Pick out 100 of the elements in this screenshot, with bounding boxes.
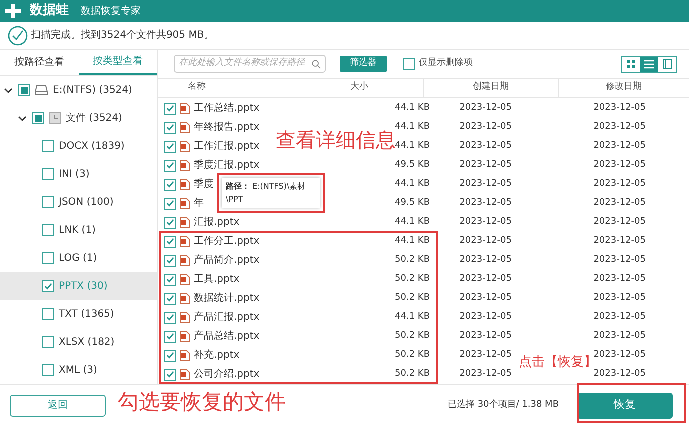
column-header: 名称 xyxy=(188,81,206,94)
file-name: 产品总结.pptx xyxy=(194,330,260,342)
deleted-only-label: 仅显示删除项 xyxy=(419,57,473,70)
checkbox[interactable] xyxy=(164,140,176,152)
file-size: 50.2 KB xyxy=(395,348,430,362)
checkbox[interactable] xyxy=(164,216,176,228)
tree-label: PPTX (30) xyxy=(59,280,108,294)
slides-file-icon xyxy=(180,160,190,171)
tree-item[interactable]: LOG (1) xyxy=(0,244,157,272)
chevron-icon[interactable] xyxy=(18,114,27,122)
tree-item[interactable]: XLSX (182) xyxy=(0,328,157,356)
grid-view-icon xyxy=(626,60,636,68)
view-tab[interactable]: 按类型查看 xyxy=(78,50,157,75)
slides-file-icon xyxy=(180,312,190,323)
checkbox[interactable] xyxy=(42,364,54,376)
tree-item[interactable]: XML (3) xyxy=(0,356,157,384)
file-size: 44.1 KB xyxy=(395,120,430,132)
slides-file-icon xyxy=(180,274,190,285)
file-size: 44.1 KB xyxy=(395,310,430,324)
checkbox[interactable] xyxy=(18,84,30,96)
annotation-text: 查看详细信息 xyxy=(276,130,396,150)
modified-date: 2023-12-05 xyxy=(594,178,646,191)
created-date: 2023-12-05 xyxy=(460,368,512,381)
file-name: 工作总结.pptx xyxy=(194,102,260,114)
tree-item[interactable]: JSON (100) xyxy=(0,188,157,216)
checkbox[interactable] xyxy=(164,102,176,114)
detail-view-icon xyxy=(662,59,672,69)
checkbox[interactable] xyxy=(164,368,176,380)
slides-file-icon xyxy=(180,331,190,342)
checkbox[interactable] xyxy=(164,312,176,324)
tree-item[interactable]: TXT (1365) xyxy=(0,300,157,328)
file-size: 50.2 KB xyxy=(395,368,430,381)
tree-label: INI (3) xyxy=(59,168,90,182)
tree-item[interactable]: 文件 (3524) xyxy=(0,104,157,132)
tree-label: XLSX (182) xyxy=(59,336,115,350)
checkbox[interactable] xyxy=(403,58,415,70)
checkbox[interactable] xyxy=(164,236,176,248)
modified-date: 2023-12-05 xyxy=(594,102,646,115)
modified-date: 2023-12-05 xyxy=(594,158,646,172)
checkmark-circle-icon xyxy=(8,26,28,46)
checkbox[interactable] xyxy=(164,178,176,190)
tree-item[interactable]: LNK (1) xyxy=(0,216,157,244)
file-name: 工作分工.pptx xyxy=(194,236,260,247)
tree-label: TXT (1365) xyxy=(59,308,114,322)
file-size: 50.2 KB xyxy=(395,272,430,286)
created-date: 2023-12-05 xyxy=(460,158,512,172)
file-name: 公司介绍.pptx xyxy=(194,368,260,380)
checkbox[interactable] xyxy=(164,122,176,134)
file-size: 44.1 KB xyxy=(395,102,430,115)
column-header: 创建日期 xyxy=(473,81,509,94)
modified-date: 2023-12-05 xyxy=(594,310,646,324)
checkbox[interactable] xyxy=(42,196,54,208)
file-name: 产品简介.pptx xyxy=(194,254,260,266)
back-button[interactable]: 返回 xyxy=(10,394,106,416)
view-mode-button[interactable] xyxy=(640,56,658,72)
checkbox[interactable] xyxy=(42,336,54,348)
checkbox[interactable] xyxy=(164,330,176,342)
tree-label: 文件 (3524) xyxy=(66,112,122,126)
search-field[interactable]: 在此处输入文件名称或保存路径 xyxy=(174,55,326,73)
created-date: 2023-12-05 xyxy=(460,254,512,267)
logo-icon xyxy=(4,3,22,19)
view-tab[interactable]: 按路径查看 xyxy=(0,50,78,75)
list-view-icon xyxy=(644,60,654,68)
tree-item[interactable]: INI (3) xyxy=(0,160,157,188)
chevron-icon[interactable] xyxy=(4,86,13,94)
search-icon[interactable] xyxy=(312,60,321,68)
column-header: 大小 xyxy=(350,81,368,94)
tree-label: LNK (1) xyxy=(59,224,96,238)
modified-date: 2023-12-05 xyxy=(594,120,646,134)
checkbox[interactable] xyxy=(42,252,54,264)
created-date: 2023-12-05 xyxy=(460,196,512,210)
modified-date: 2023-12-05 xyxy=(594,254,646,267)
tree-item[interactable]: DOCX (1839) xyxy=(0,132,157,160)
file-name: 补充.pptx xyxy=(194,350,240,361)
checkbox[interactable] xyxy=(164,292,176,304)
checkbox[interactable] xyxy=(164,350,176,362)
slides-file-icon xyxy=(180,141,190,152)
checkbox[interactable] xyxy=(42,308,54,320)
created-date: 2023-12-05 xyxy=(460,178,512,191)
tree-label: LOG (1) xyxy=(59,252,98,266)
checkbox[interactable] xyxy=(42,140,54,152)
file-size: 44.1 KB xyxy=(395,140,430,153)
checkbox[interactable] xyxy=(164,254,176,266)
checkbox[interactable] xyxy=(42,224,54,236)
file-name: 数据统计.pptx xyxy=(194,292,260,304)
checkbox[interactable] xyxy=(32,112,44,124)
modified-date: 2023-12-05 xyxy=(594,140,646,153)
created-date: 2023-12-05 xyxy=(460,310,512,324)
created-date: 2023-12-05 xyxy=(460,102,512,115)
checkbox[interactable] xyxy=(164,160,176,172)
tree-item[interactable]: E:(NTFS) (3524) xyxy=(0,76,157,104)
checkbox[interactable] xyxy=(164,198,176,210)
checkbox[interactable] xyxy=(42,168,54,180)
checkbox[interactable] xyxy=(164,274,176,286)
drive-icon xyxy=(35,84,48,96)
filter-button[interactable]: 筛选器 xyxy=(340,56,387,72)
checkbox[interactable] xyxy=(42,280,54,292)
modified-date: 2023-12-05 xyxy=(594,216,646,229)
created-date: 2023-12-05 xyxy=(460,216,512,229)
recover-button[interactable]: 恢复 xyxy=(577,392,673,418)
